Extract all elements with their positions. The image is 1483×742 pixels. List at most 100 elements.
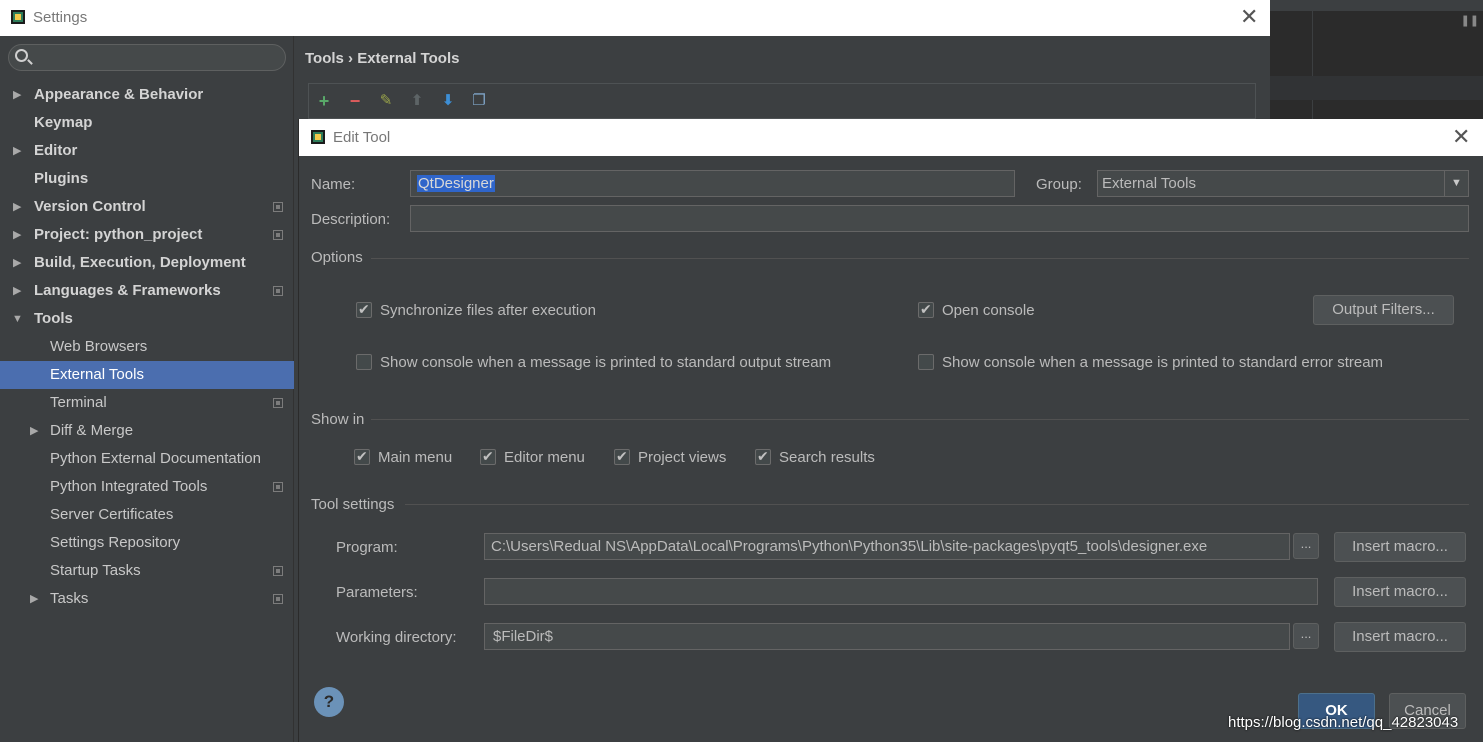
dialog-close-icon[interactable]: ✕: [1452, 126, 1470, 148]
background-topbar: [1270, 0, 1483, 11]
sidebar-item-keymap[interactable]: Keymap: [0, 109, 294, 137]
working-directory-input[interactable]: $FileDir$: [484, 623, 1290, 650]
parameters-input[interactable]: [484, 578, 1318, 605]
project-views-label[interactable]: Project views: [638, 449, 726, 466]
settings-close-icon[interactable]: ✕: [1240, 6, 1258, 28]
working-directory-label: Working directory:: [336, 629, 457, 646]
open-console-label[interactable]: Open console: [942, 302, 1035, 319]
settings-titlebar: Settings ✕: [0, 0, 1270, 36]
show-console-stdout-checkbox[interactable]: [356, 354, 372, 370]
main-menu-label[interactable]: Main menu: [378, 449, 452, 466]
dialog-titlebar: Edit Tool ✕: [299, 119, 1483, 156]
tool-settings-section-title: Tool settings: [311, 496, 395, 513]
editor-menu-label[interactable]: Editor menu: [504, 449, 585, 466]
sidebar-item-languages-frameworks[interactable]: ▶ Languages & Frameworks: [0, 277, 294, 305]
show-console-stderr-label[interactable]: Show console when a message is printed t…: [942, 354, 1383, 371]
sidebar-item-label: Settings Repository: [50, 534, 181, 551]
group-label: Group:: [1036, 176, 1082, 193]
sidebar-item-label: Plugins: [34, 170, 89, 187]
options-separator: [371, 258, 1469, 259]
expand-arrow-icon[interactable]: ▶: [30, 417, 38, 445]
sidebar-item-label: Terminal: [50, 394, 107, 411]
sidebar-item-settings-repository[interactable]: Settings Repository: [0, 529, 294, 557]
search-results-checkbox[interactable]: [755, 448, 771, 465]
sidebar-item-startup-tasks[interactable]: Startup Tasks: [0, 557, 294, 585]
move-down-icon[interactable]: ⬇: [438, 91, 458, 111]
sidebar-item-diff-merge[interactable]: ▶ Diff & Merge: [0, 417, 294, 445]
expand-arrow-icon[interactable]: ▶: [13, 249, 21, 277]
expand-arrow-icon[interactable]: ▶: [13, 193, 21, 221]
parameters-insert-macro-button[interactable]: Insert macro...: [1334, 577, 1466, 607]
sidebar-item-label: Project: python_project: [34, 226, 203, 243]
sidebar-item-server-certificates[interactable]: Server Certificates: [0, 501, 294, 529]
expand-arrow-icon[interactable]: ▶: [30, 585, 38, 613]
sidebar-item-label: Editor: [34, 142, 78, 159]
expand-arrow-icon[interactable]: ▶: [13, 221, 21, 249]
copy-icon[interactable]: ❐: [469, 91, 489, 111]
move-up-icon[interactable]: ⬆: [407, 91, 427, 111]
sidebar-item-plugins[interactable]: Plugins: [0, 165, 294, 193]
project-settings-icon: [273, 286, 283, 296]
working-directory-input-value: $FileDir$: [493, 628, 554, 645]
program-input[interactable]: C:\Users\Redual NS\AppData\Local\Program…: [484, 533, 1290, 560]
remove-icon[interactable]: −: [345, 91, 365, 111]
sidebar-item-python-integrated-tools[interactable]: Python Integrated Tools: [0, 473, 294, 501]
sidebar-item-tools[interactable]: ▼ Tools: [0, 305, 294, 333]
expand-arrow-icon[interactable]: ▶: [13, 137, 21, 165]
program-browse-button[interactable]: ...: [1293, 533, 1319, 559]
sidebar-item-label: Version Control: [34, 198, 146, 215]
show-console-stdout-label[interactable]: Show console when a message is printed t…: [380, 354, 831, 371]
edit-icon[interactable]: ✎: [376, 91, 396, 111]
add-icon[interactable]: +: [314, 91, 334, 111]
collapse-arrow-icon[interactable]: ▼: [12, 305, 23, 333]
sidebar-item-tasks[interactable]: ▶ Tasks: [0, 585, 294, 613]
sidebar-item-terminal[interactable]: Terminal: [0, 389, 294, 417]
settings-search-input[interactable]: [8, 44, 286, 71]
working-directory-browse-button[interactable]: ...: [1293, 623, 1319, 649]
sidebar-item-editor[interactable]: ▶ Editor: [0, 137, 294, 165]
sidebar-item-version-control[interactable]: ▶ Version Control: [0, 193, 294, 221]
project-settings-icon: [273, 230, 283, 240]
sidebar-item-external-tools[interactable]: External Tools: [0, 361, 294, 389]
sidebar-item-build-execution-deployment[interactable]: ▶ Build, Execution, Deployment: [0, 249, 294, 277]
show-console-stderr-checkbox[interactable]: [918, 354, 934, 370]
project-settings-icon: [273, 594, 283, 604]
project-views-checkbox[interactable]: [614, 448, 630, 465]
sidebar-item-web-browsers[interactable]: Web Browsers: [0, 333, 294, 361]
settings-window-title: Settings: [33, 9, 88, 26]
help-button[interactable]: ?: [314, 687, 344, 717]
expand-arrow-icon[interactable]: ▶: [13, 277, 21, 305]
sidebar-item-label: Languages & Frameworks: [34, 282, 221, 299]
project-settings-icon: [273, 202, 283, 212]
output-filters-button[interactable]: Output Filters...: [1313, 295, 1454, 325]
sidebar-item-label: Tools: [34, 310, 73, 327]
search-results-label[interactable]: Search results: [779, 449, 875, 466]
program-insert-macro-button[interactable]: Insert macro...: [1334, 532, 1466, 562]
sidebar-item-project[interactable]: ▶ Project: python_project: [0, 221, 294, 249]
project-settings-icon: [273, 482, 283, 492]
description-label: Description:: [311, 211, 391, 228]
pycharm-app-icon: [311, 130, 325, 144]
breadcrumb: Tools › External Tools: [305, 50, 460, 67]
expand-arrow-icon[interactable]: ▶: [13, 81, 21, 109]
main-menu-checkbox[interactable]: [354, 448, 370, 465]
sidebar-item-label: Python External Documentation: [50, 450, 261, 467]
search-icon: [15, 49, 28, 62]
working-directory-insert-macro-button[interactable]: Insert macro...: [1334, 622, 1466, 652]
editor-menu-checkbox[interactable]: [480, 448, 496, 465]
description-input[interactable]: [410, 205, 1469, 232]
show-in-separator: [371, 419, 1469, 420]
group-combobox[interactable]: External Tools ▼: [1097, 170, 1469, 197]
pause-icon: ❚❚: [1460, 15, 1479, 27]
open-console-checkbox[interactable]: [918, 301, 934, 318]
sidebar-item-python-external-documentation[interactable]: Python External Documentation: [0, 445, 294, 473]
chevron-down-icon[interactable]: ▼: [1444, 171, 1468, 196]
show-in-section-title: Show in: [311, 411, 365, 428]
dialog-title: Edit Tool: [333, 129, 391, 146]
name-input[interactable]: QtDesigner: [410, 170, 1015, 197]
watermark-url: https://blog.csdn.net/qq_42823043: [1228, 714, 1459, 731]
sync-files-label[interactable]: Synchronize files after execution: [380, 302, 596, 319]
sync-files-checkbox[interactable]: [356, 301, 372, 318]
background-divider: [1312, 11, 1313, 121]
sidebar-item-appearance-behavior[interactable]: ▶ Appearance & Behavior: [0, 81, 294, 109]
